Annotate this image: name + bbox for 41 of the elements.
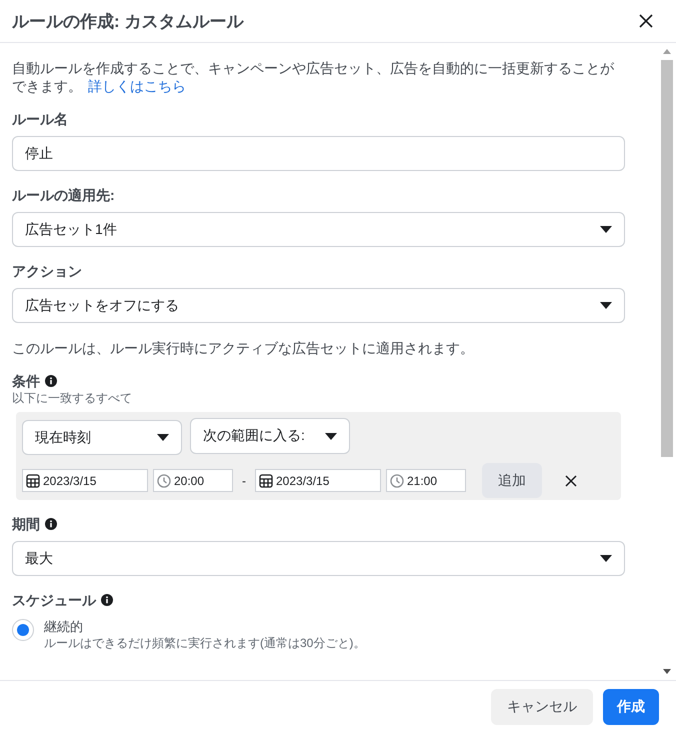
time-field[interactable]: 20:00 <box>153 469 233 492</box>
remove-icon[interactable] <box>565 474 577 486</box>
caret-icon <box>600 302 612 309</box>
period-dropdown[interactable]: 最大 <box>12 541 625 576</box>
input-field[interactable]: 停止 <box>12 136 625 171</box>
dialog-title: ルールの作成: カスタムルール <box>12 10 244 32</box>
calendar-icon <box>259 474 273 488</box>
caret-icon <box>600 226 612 233</box>
operator-dropdown[interactable]: 次の範囲に入る: <box>190 418 350 454</box>
option-label: 継続的 <box>44 619 84 635</box>
cancel-button[interactable]: キャンセル <box>491 689 593 725</box>
scroll-up-icon[interactable] <box>663 49 671 54</box>
date-field[interactable]: 2023/3/15 <box>22 469 148 492</box>
calendar-icon <box>26 474 40 488</box>
section-label: 期間 <box>12 515 40 533</box>
radio-button[interactable] <box>12 619 34 641</box>
clock-icon <box>157 474 171 488</box>
date-field[interactable]: 2023/3/15 <box>255 469 381 492</box>
time-field[interactable]: 21:00 <box>386 469 466 492</box>
action-note: このルールは、ルール実行時にアクティブな広告セットに適用されます。 <box>12 339 475 357</box>
caret-icon <box>157 434 169 441</box>
caret-icon <box>600 555 612 562</box>
field-label: ルール名 <box>12 110 68 128</box>
clock-icon <box>390 474 404 488</box>
add-button[interactable]: 追加 <box>482 463 542 498</box>
field-label: アクション <box>12 262 82 280</box>
dropdown[interactable]: 広告セット1件 <box>12 212 625 247</box>
caret-icon <box>325 432 337 440</box>
field-label: ルールの適用先: <box>12 186 115 204</box>
close-icon[interactable] <box>638 13 654 29</box>
create-button[interactable]: 作成 <box>603 689 659 725</box>
section-label: 条件 <box>12 372 40 390</box>
metric-dropdown[interactable]: 現在時刻 <box>22 420 182 455</box>
learn-more-link[interactable]: 詳しくはこちら <box>88 78 186 94</box>
conditions-subtitle: 以下に一致するすべて <box>12 391 133 406</box>
section-label: スケジュール <box>12 591 96 609</box>
dropdown[interactable]: 広告セットをオフにする <box>12 288 625 323</box>
scroll-down-icon[interactable] <box>663 669 671 674</box>
range-separator: - <box>242 474 246 488</box>
intro-text: 自動ルールを作成することで、キャンペーンや広告セット、広告を自動的に一括更新することができます。 詳しくはこちら <box>12 59 615 95</box>
option-description: ルールはできるだけ頻繁に実行されます(通常は30分ごと)。 <box>44 636 366 651</box>
